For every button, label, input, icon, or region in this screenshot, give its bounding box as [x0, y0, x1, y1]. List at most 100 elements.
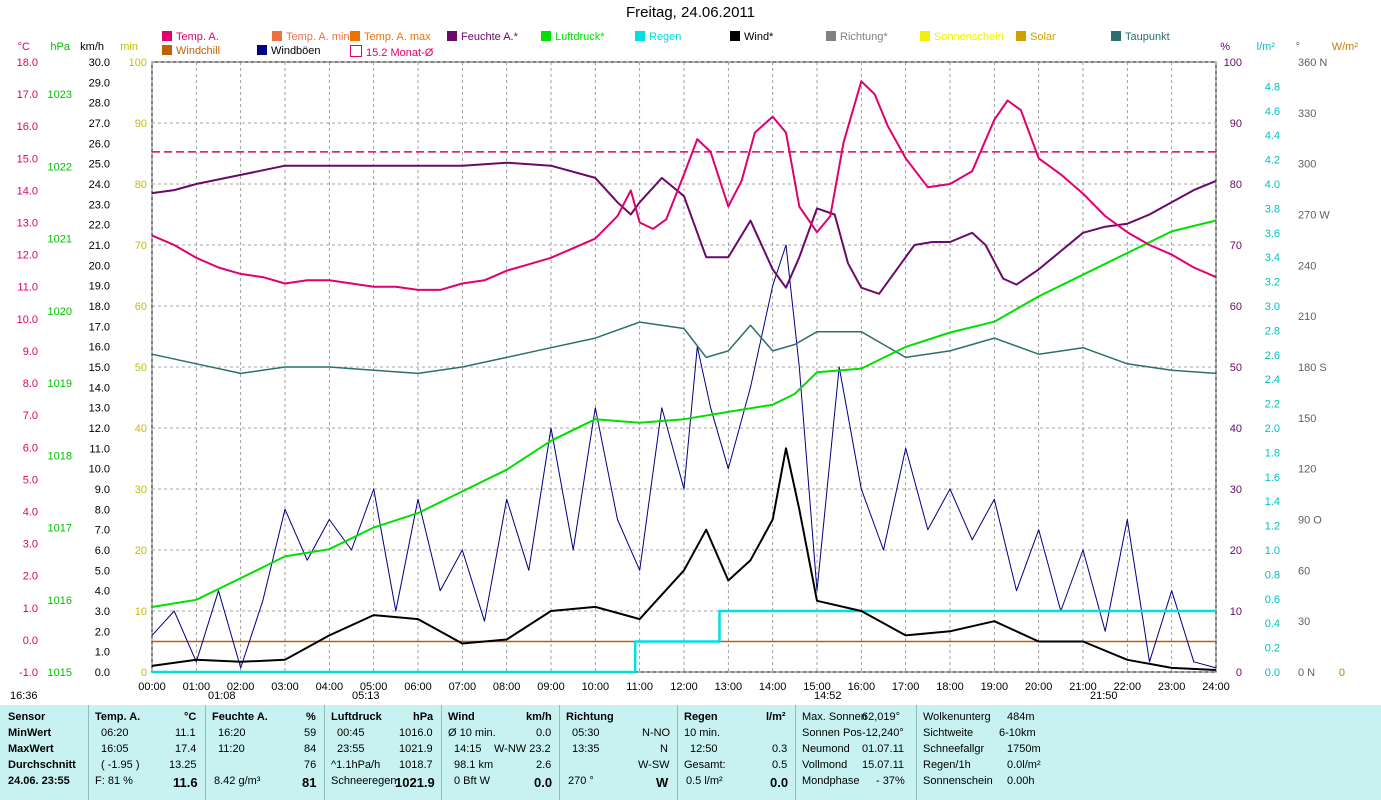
solar-unit-label: W/m²: [1332, 41, 1359, 53]
astro-column: Max. Sonnen 62,019° Sonnen Pos -12,240° …: [796, 705, 917, 800]
avg-label: Durchschnitt: [8, 759, 76, 771]
legend-swatch: [350, 45, 362, 57]
hum-min-time: 16:20: [218, 727, 246, 739]
legend-item: Temp. A. min: [272, 31, 350, 43]
legend-label: 15.2 Monat-Ø: [366, 47, 434, 59]
legend-label: Wind*: [744, 31, 774, 43]
temp-column: Temp. A. °C 06:20 11.1 16:05 17.4 ( -1.9…: [89, 705, 206, 800]
misc-r3a: Schneefallgr: [923, 743, 985, 755]
legend-item: 15.2 Monat-Ø: [350, 45, 433, 59]
wind-tick: 26.0: [89, 138, 110, 150]
legend-swatch: [257, 45, 267, 55]
rain-unit: l/m²: [766, 711, 786, 723]
hum-current: 81: [302, 775, 317, 790]
misc-r4a: Regen/1h: [923, 759, 971, 771]
rain-r2b: 0.3: [772, 743, 788, 755]
misc-r2a: Sichtweite: [923, 727, 974, 739]
temp-tick: 16.0: [17, 121, 38, 133]
press-max-value: 1021.9: [399, 743, 433, 755]
pressure-tick: 1017: [48, 523, 72, 535]
min-tick: 50: [135, 362, 147, 374]
rain-tick: 4.4: [1265, 130, 1280, 142]
min-tick: 90: [135, 118, 147, 130]
temp-unit: °C: [184, 711, 197, 723]
pressure-tick: 1018: [48, 450, 72, 462]
astro-r2b: -12,240°: [862, 727, 904, 739]
legend-swatch: [730, 31, 740, 41]
legend-label: Feuchte A.*: [461, 31, 518, 43]
wind-tick: 25.0: [89, 159, 110, 171]
press-max-time: 23:55: [337, 743, 365, 755]
dir-r1b: N-NO: [642, 727, 671, 739]
temp-tick: 17.0: [17, 89, 38, 101]
dir-r4a: 270 °: [568, 775, 594, 787]
temp-tick: 2.0: [23, 571, 38, 583]
legend-item: Windchill: [162, 45, 220, 57]
astro-r5a: Mondphase: [802, 775, 860, 787]
wind-r1b: 0.0: [536, 727, 552, 739]
press-unit: hPa: [413, 711, 434, 723]
temp-tick: 4.0: [23, 506, 38, 518]
min-unit-label: min: [120, 41, 138, 53]
wind-tick: 3.0: [95, 606, 110, 618]
marker-1: 01:08: [208, 690, 236, 702]
temp-max-time: 16:05: [101, 743, 129, 755]
legend-swatch: [920, 31, 930, 41]
wind-tick: 28.0: [89, 98, 110, 110]
wind-unit-label: km/h: [80, 41, 104, 53]
wind-head: Wind: [448, 711, 475, 723]
dir-head: Richtung: [566, 711, 614, 723]
wind-r2a: 14:15: [454, 743, 482, 755]
direction-tick: 330: [1298, 108, 1316, 120]
temp-tick: 1.0: [23, 603, 38, 615]
sensor-head: Sensor: [8, 711, 46, 723]
humidity-tick: 40: [1230, 423, 1242, 435]
pressure-tick: 1021: [48, 234, 72, 246]
humidity-tick: 0: [1236, 667, 1242, 679]
legend-label: Temp. A. max: [364, 31, 431, 43]
weather-chart: °C hPa km/h min% l/m² ° W/m² 18.0 17.0 16.0 15.0 14…: [17, 41, 1359, 690]
hum-max-time: 11:20: [218, 743, 245, 755]
rain-r3b: 0.5: [772, 759, 788, 771]
rain-tick: 1.4: [1265, 496, 1280, 508]
max-label: MaxWert: [8, 743, 54, 755]
rain-r3a: Gesamt:: [684, 759, 726, 771]
legend-item: Windböen: [257, 45, 321, 57]
rain-tick: 4.6: [1265, 106, 1280, 118]
wind-tick: 24.0: [89, 179, 110, 191]
legend-swatch: [826, 31, 836, 41]
press-current: 1021.9: [395, 775, 435, 790]
min-tick: 70: [135, 240, 147, 252]
misc-r3b: 1750m: [1007, 743, 1041, 755]
humidity-tick: 10: [1230, 606, 1242, 618]
temp-tick: 11.0: [17, 282, 38, 294]
humidity-unit-label: %: [1220, 41, 1230, 53]
legend-label: Temp. A. min: [286, 31, 350, 43]
hum-abs: 8.42 g/m³: [214, 775, 261, 787]
temp-current: 11.6: [173, 775, 198, 790]
press-avg-value: 1018.7: [399, 759, 433, 771]
temp-tick: 9.0: [23, 346, 38, 358]
dir-r4b: W: [656, 775, 669, 790]
misc-column: Wolkenunterg 484m Sichtweite 6-10km Schn…: [917, 705, 1047, 800]
wind-tick: 9.0: [95, 484, 110, 496]
legend-swatch: [1016, 31, 1026, 41]
press-trend: ^1.1hPa/h: [331, 759, 381, 771]
min-tick: 40: [135, 423, 147, 435]
wind-unit: km/h: [526, 711, 552, 723]
direction-tick: 360 N: [1298, 57, 1327, 69]
wind-tick: 29.0: [89, 77, 110, 89]
rain-tick: 0.4: [1265, 618, 1280, 630]
legend-item: Regen: [635, 31, 681, 43]
direction-tick: 120: [1298, 464, 1316, 476]
rain-tick: 3.4: [1265, 252, 1280, 264]
legend-item: Feuchte A.*: [447, 31, 518, 43]
dir-r2a: 13:35: [572, 743, 600, 755]
humidity-tick: 70: [1230, 240, 1242, 252]
rain-tick: 3.2: [1265, 277, 1280, 289]
pressure-unit-label: hPa: [50, 41, 70, 53]
marker-3: 14:52: [814, 690, 842, 702]
humidity-tick: 60: [1230, 301, 1242, 313]
rain-tick: 1.0: [1265, 545, 1280, 557]
min-tick: 20: [135, 545, 147, 557]
